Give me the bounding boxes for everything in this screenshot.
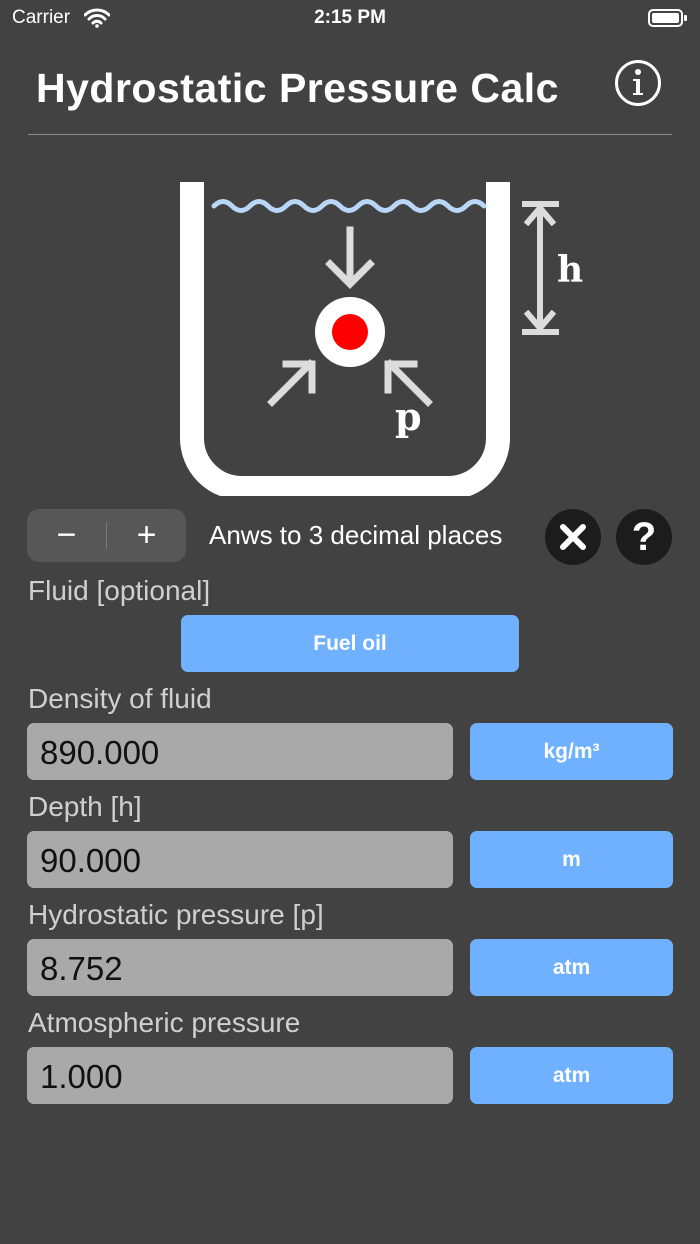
hydrostatic-diagram: p h [180, 182, 583, 496]
help-button[interactable]: ? [616, 509, 672, 565]
battery-icon [648, 9, 687, 27]
close-icon [560, 524, 586, 550]
hydrostatic-pressure-value: 8.752 [40, 950, 123, 987]
down-arrow-icon [325, 226, 375, 289]
density-unit-button[interactable]: kg/m³ [470, 723, 673, 780]
atmospheric-pressure-field[interactable]: 1.000 [27, 1047, 453, 1104]
fluid-label: Fluid [optional] [28, 575, 211, 606]
clear-button[interactable] [545, 509, 601, 565]
hydrostatic-pressure-label: Hydrostatic pressure [p] [28, 899, 324, 930]
info-circle-icon[interactable] [614, 59, 662, 107]
fluid-select-button[interactable]: Fuel oil [181, 615, 519, 672]
particle-core [332, 314, 368, 350]
atmospheric-pressure-unit-button[interactable]: atm [470, 1047, 673, 1104]
atmospheric-pressure-label: Atmospheric pressure [28, 1007, 301, 1038]
depth-label: Depth [h] [28, 791, 142, 822]
depth-unit-button[interactable]: m [470, 831, 673, 888]
increment-button[interactable]: + [107, 509, 186, 562]
diagonal-arrow-left-icon [267, 359, 316, 407]
decimal-places-stepper[interactable]: − + [27, 509, 186, 562]
page-title: Hydrostatic Pressure Calc [36, 65, 559, 111]
depth-field[interactable]: 90.000 [27, 831, 453, 888]
height-label: h [557, 249, 583, 291]
header: Hydrostatic Pressure Calc [28, 50, 672, 135]
status-time: 2:15 PM [314, 7, 386, 28]
hydrostatic-pressure-field[interactable]: 8.752 [27, 939, 453, 996]
question-mark-icon: ? [631, 515, 657, 559]
decimal-places-label: Anws to 3 decimal places [209, 520, 503, 550]
hydrostatic-pressure-unit-button[interactable]: atm [470, 939, 673, 996]
status-bar: Carrier 2:15 PM [0, 0, 700, 36]
water-surface [211, 199, 487, 213]
pressure-label: p [395, 394, 422, 439]
height-indicator [522, 201, 559, 335]
depth-value: 90.000 [40, 842, 141, 879]
decrement-button[interactable]: − [27, 509, 106, 562]
atmospheric-pressure-value: 1.000 [40, 1058, 123, 1095]
density-field[interactable]: 890.000 [27, 723, 453, 780]
density-label: Density of fluid [28, 683, 212, 714]
density-value: 890.000 [40, 734, 160, 771]
